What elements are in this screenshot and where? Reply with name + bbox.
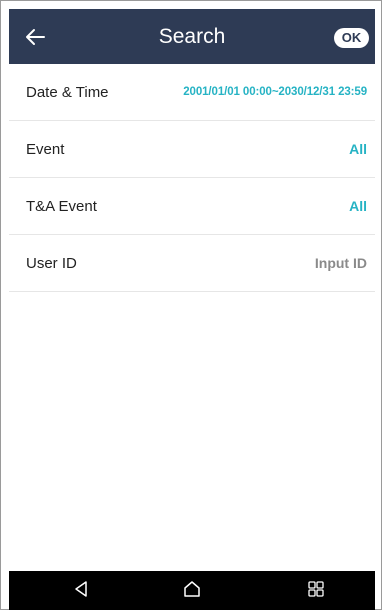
recent-apps-icon	[307, 580, 325, 603]
ta-event-label: T&A Event	[26, 197, 97, 215]
system-navigation-bar	[9, 571, 375, 610]
home-icon	[182, 579, 202, 604]
app-header: Search OK	[9, 9, 375, 64]
date-time-label: Date & Time	[26, 83, 109, 101]
user-id-row[interactable]: User ID Input ID	[9, 235, 375, 292]
page-title: Search	[158, 25, 226, 48]
user-id-label: User ID	[26, 254, 77, 272]
ok-button[interactable]: OK	[334, 28, 369, 48]
arrow-left-icon	[24, 26, 46, 48]
ta-event-value: All	[349, 198, 367, 214]
nav-home-button[interactable]	[162, 571, 222, 610]
ta-event-row[interactable]: T&A Event All	[9, 178, 375, 235]
back-button[interactable]	[15, 17, 55, 57]
device-screen: Search OK Date & Time 2001/01/01 00:00~2…	[0, 0, 382, 610]
nav-recent-apps-button[interactable]	[286, 571, 346, 610]
user-id-input[interactable]: Input ID	[315, 255, 367, 271]
back-triangle-icon	[72, 580, 90, 603]
date-time-row[interactable]: Date & Time 2001/01/01 00:00~2030/12/31 …	[9, 64, 375, 121]
search-filter-list: Date & Time 2001/01/01 00:00~2030/12/31 …	[9, 64, 375, 571]
event-value: All	[349, 141, 367, 157]
event-row[interactable]: Event All	[9, 121, 375, 178]
date-time-value: 2001/01/01 00:00~2030/12/31 23:59	[183, 86, 367, 98]
nav-back-button[interactable]	[51, 571, 111, 610]
event-label: Event	[26, 140, 65, 158]
